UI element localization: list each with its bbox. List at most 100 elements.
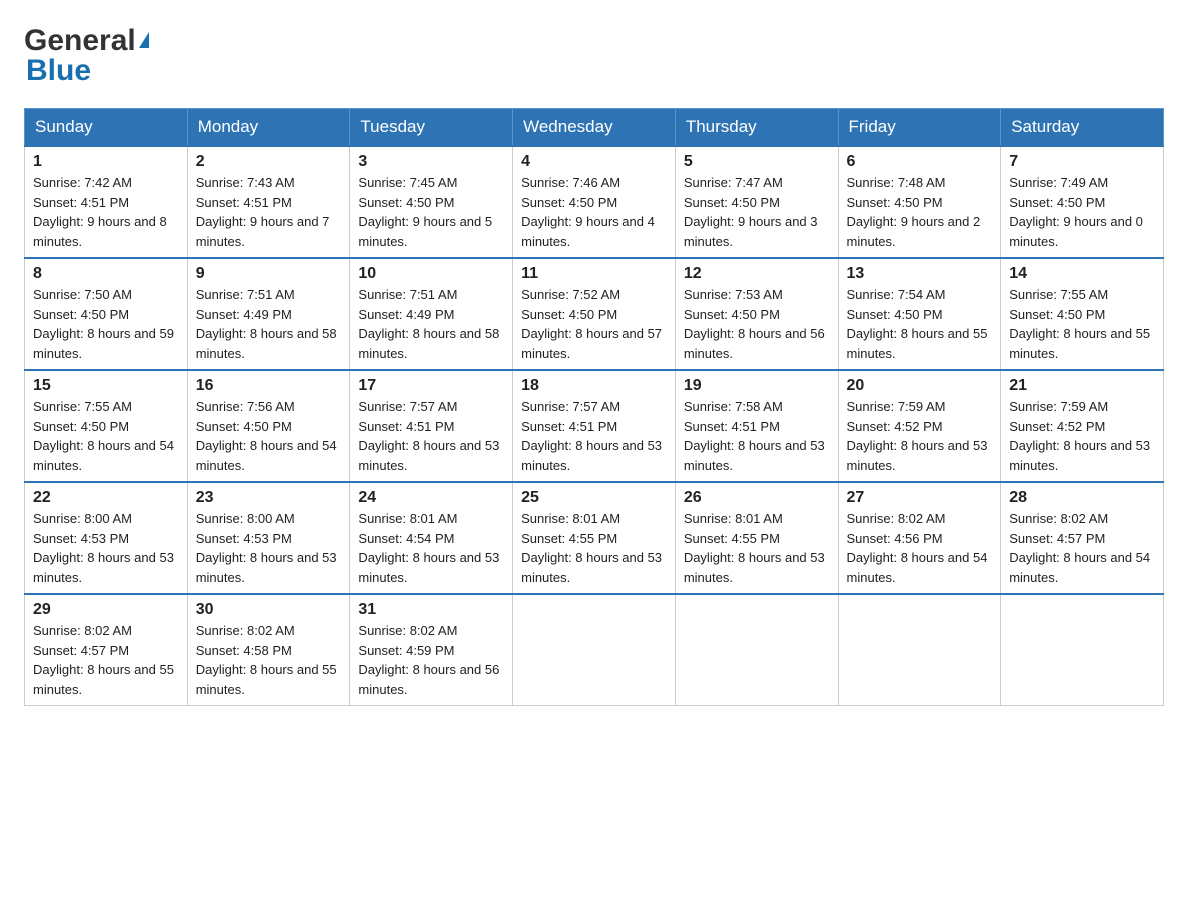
day-number: 7	[1009, 153, 1155, 171]
day-info: Sunrise: 8:02 AMSunset: 4:57 PMDaylight:…	[1009, 509, 1155, 587]
day-number: 24	[358, 489, 504, 507]
page-header: General Blue	[24, 24, 1164, 88]
day-number: 16	[196, 377, 342, 395]
day-number: 18	[521, 377, 667, 395]
day-number: 27	[847, 489, 993, 507]
day-number: 20	[847, 377, 993, 395]
day-number: 4	[521, 153, 667, 171]
day-info: Sunrise: 8:02 AMSunset: 4:57 PMDaylight:…	[33, 621, 179, 699]
calendar-cell: 6Sunrise: 7:48 AMSunset: 4:50 PMDaylight…	[838, 146, 1001, 258]
calendar-table: SundayMondayTuesdayWednesdayThursdayFrid…	[24, 108, 1164, 706]
col-header-monday: Monday	[187, 109, 350, 147]
calendar-cell: 29 Sunrise: 8:02 AMSunset: 4:57 PMDayligh…	[25, 594, 188, 706]
calendar-cell: 19 Sunrise: 7:58 AMSunset: 4:51 PMDayligh…	[675, 370, 838, 482]
day-number: 9	[196, 265, 342, 283]
day-info: Sunrise: 8:02 AMSunset: 4:58 PMDaylight:…	[196, 621, 342, 699]
calendar-cell: 15Sunrise: 7:55 AMSunset: 4:50 PMDayligh…	[25, 370, 188, 482]
calendar-cell: 28 Sunrise: 8:02 AMSunset: 4:57 PMDayligh…	[1001, 482, 1164, 594]
day-info: Sunrise: 7:56 AMSunset: 4:50 PMDaylight:…	[196, 397, 342, 475]
calendar-cell: 11 Sunrise: 7:52 AMSunset: 4:50 PMDayligh…	[513, 258, 676, 370]
day-number: 19	[684, 377, 830, 395]
day-number: 30	[196, 601, 342, 619]
day-info: Sunrise: 7:52 AMSunset: 4:50 PMDaylight:…	[521, 285, 667, 363]
col-header-saturday: Saturday	[1001, 109, 1164, 147]
day-number: 25	[521, 489, 667, 507]
day-info: Sunrise: 8:02 AMSunset: 4:56 PMDaylight:…	[847, 509, 993, 587]
day-number: 29	[33, 601, 179, 619]
logo-general: General	[24, 24, 136, 58]
calendar-cell: 20Sunrise: 7:59 AMSunset: 4:52 PMDayligh…	[838, 370, 1001, 482]
day-info: Sunrise: 7:57 AMSunset: 4:51 PMDaylight:…	[358, 397, 504, 475]
calendar-cell: 16 Sunrise: 7:56 AMSunset: 4:50 PMDayligh…	[187, 370, 350, 482]
calendar-cell: 25Sunrise: 8:01 AMSunset: 4:55 PMDayligh…	[513, 482, 676, 594]
day-info: Sunrise: 7:51 AMSunset: 4:49 PMDaylight:…	[196, 285, 342, 363]
col-header-friday: Friday	[838, 109, 1001, 147]
day-number: 5	[684, 153, 830, 171]
day-number: 31	[358, 601, 504, 619]
calendar-cell: 1 Sunrise: 7:42 AMSunset: 4:51 PMDaylight…	[25, 146, 188, 258]
calendar-cell: 31Sunrise: 8:02 AMSunset: 4:59 PMDayligh…	[350, 594, 513, 706]
day-info: Sunrise: 7:46 AMSunset: 4:50 PMDaylight:…	[521, 173, 667, 251]
day-number: 23	[196, 489, 342, 507]
day-info: Sunrise: 7:45 AMSunset: 4:50 PMDaylight:…	[358, 173, 504, 251]
calendar-cell: 10 Sunrise: 7:51 AMSunset: 4:49 PMDayligh…	[350, 258, 513, 370]
day-info: Sunrise: 7:47 AMSunset: 4:50 PMDaylight:…	[684, 173, 830, 251]
day-info: Sunrise: 7:55 AMSunset: 4:50 PMDaylight:…	[1009, 285, 1155, 363]
calendar-cell: 27 Sunrise: 8:02 AMSunset: 4:56 PMDayligh…	[838, 482, 1001, 594]
day-info: Sunrise: 7:55 AMSunset: 4:50 PMDaylight:…	[33, 397, 179, 475]
day-number: 14	[1009, 265, 1155, 283]
calendar-cell	[675, 594, 838, 706]
calendar-week-2: 8 Sunrise: 7:50 AMSunset: 4:50 PMDaylight…	[25, 258, 1164, 370]
calendar-week-5: 29 Sunrise: 8:02 AMSunset: 4:57 PMDayligh…	[25, 594, 1164, 706]
logo-triangle-icon	[139, 32, 149, 48]
day-info: Sunrise: 7:57 AMSunset: 4:51 PMDaylight:…	[521, 397, 667, 475]
day-number: 21	[1009, 377, 1155, 395]
day-number: 17	[358, 377, 504, 395]
logo: General Blue	[24, 24, 149, 88]
day-number: 8	[33, 265, 179, 283]
day-number: 2	[196, 153, 342, 171]
day-info: Sunrise: 7:42 AMSunset: 4:51 PMDaylight:…	[33, 173, 179, 251]
col-header-tuesday: Tuesday	[350, 109, 513, 147]
calendar-cell: 13 Sunrise: 7:54 AMSunset: 4:50 PMDayligh…	[838, 258, 1001, 370]
calendar-cell	[513, 594, 676, 706]
day-info: Sunrise: 8:01 AMSunset: 4:55 PMDaylight:…	[684, 509, 830, 587]
calendar-cell: 5 Sunrise: 7:47 AMSunset: 4:50 PMDaylight…	[675, 146, 838, 258]
col-header-thursday: Thursday	[675, 109, 838, 147]
day-number: 1	[33, 153, 179, 171]
calendar-cell: 17 Sunrise: 7:57 AMSunset: 4:51 PMDayligh…	[350, 370, 513, 482]
calendar-cell	[838, 594, 1001, 706]
day-info: Sunrise: 8:00 AMSunset: 4:53 PMDaylight:…	[33, 509, 179, 587]
day-number: 22	[33, 489, 179, 507]
day-number: 12	[684, 265, 830, 283]
day-number: 26	[684, 489, 830, 507]
day-info: Sunrise: 7:51 AMSunset: 4:49 PMDaylight:…	[358, 285, 504, 363]
day-number: 28	[1009, 489, 1155, 507]
calendar-cell: 3Sunrise: 7:45 AMSunset: 4:50 PMDaylight…	[350, 146, 513, 258]
day-info: Sunrise: 7:53 AMSunset: 4:50 PMDaylight:…	[684, 285, 830, 363]
calendar-cell: 21Sunrise: 7:59 AMSunset: 4:52 PMDayligh…	[1001, 370, 1164, 482]
day-info: Sunrise: 7:58 AMSunset: 4:51 PMDaylight:…	[684, 397, 830, 475]
calendar-cell: 9 Sunrise: 7:51 AMSunset: 4:49 PMDaylight…	[187, 258, 350, 370]
calendar-cell: 12 Sunrise: 7:53 AMSunset: 4:50 PMDayligh…	[675, 258, 838, 370]
calendar-week-3: 15Sunrise: 7:55 AMSunset: 4:50 PMDayligh…	[25, 370, 1164, 482]
calendar-cell: 2 Sunrise: 7:43 AMSunset: 4:51 PMDaylight…	[187, 146, 350, 258]
calendar-header-row: SundayMondayTuesdayWednesdayThursdayFrid…	[25, 109, 1164, 147]
calendar-cell	[1001, 594, 1164, 706]
day-number: 13	[847, 265, 993, 283]
calendar-cell: 26 Sunrise: 8:01 AMSunset: 4:55 PMDayligh…	[675, 482, 838, 594]
day-info: Sunrise: 7:50 AMSunset: 4:50 PMDaylight:…	[33, 285, 179, 363]
calendar-cell: 4 Sunrise: 7:46 AMSunset: 4:50 PMDaylight…	[513, 146, 676, 258]
calendar-week-1: 1 Sunrise: 7:42 AMSunset: 4:51 PMDaylight…	[25, 146, 1164, 258]
day-info: Sunrise: 8:00 AMSunset: 4:53 PMDaylight:…	[196, 509, 342, 587]
day-number: 11	[521, 265, 667, 283]
calendar-cell: 30 Sunrise: 8:02 AMSunset: 4:58 PMDayligh…	[187, 594, 350, 706]
day-number: 10	[358, 265, 504, 283]
day-info: Sunrise: 7:43 AMSunset: 4:51 PMDaylight:…	[196, 173, 342, 251]
calendar-cell: 22 Sunrise: 8:00 AMSunset: 4:53 PMDayligh…	[25, 482, 188, 594]
calendar-week-4: 22 Sunrise: 8:00 AMSunset: 4:53 PMDayligh…	[25, 482, 1164, 594]
day-info: Sunrise: 7:49 AMSunset: 4:50 PMDaylight:…	[1009, 173, 1155, 251]
day-number: 6	[847, 153, 993, 171]
calendar-cell: 7 Sunrise: 7:49 AMSunset: 4:50 PMDaylight…	[1001, 146, 1164, 258]
day-info: Sunrise: 7:54 AMSunset: 4:50 PMDaylight:…	[847, 285, 993, 363]
